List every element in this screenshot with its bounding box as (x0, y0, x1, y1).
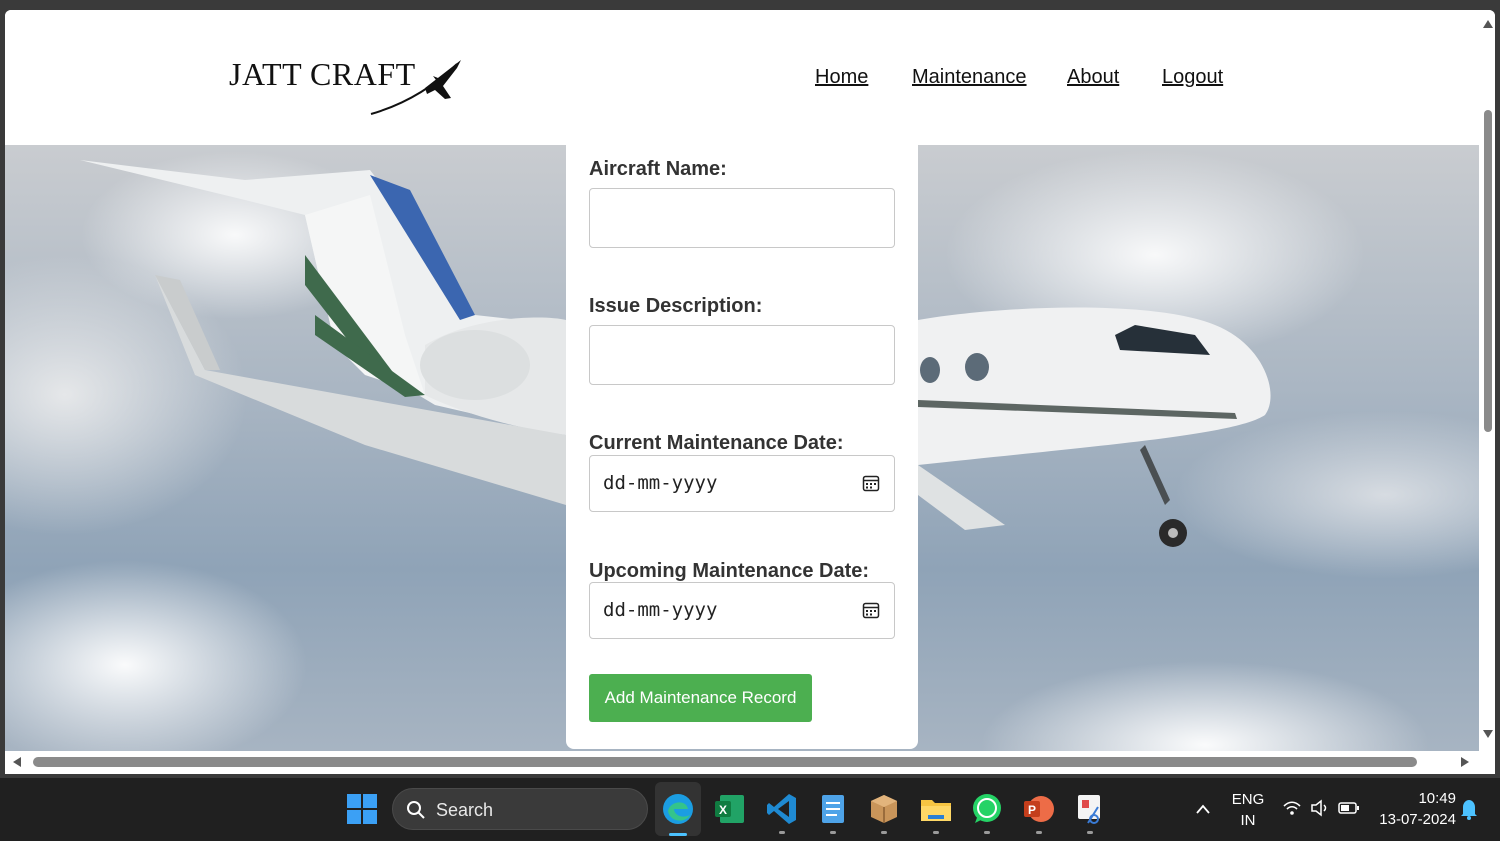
aircraft-name-input[interactable] (589, 188, 895, 248)
running-indicator (984, 831, 990, 834)
scroll-up-arrow-icon[interactable] (1483, 20, 1493, 28)
calendar-icon[interactable] (862, 474, 880, 492)
issue-description-label: Issue Description: (589, 295, 763, 317)
clock-date: 13-07-2024 (1379, 811, 1456, 828)
scroll-left-arrow-icon[interactable] (13, 757, 21, 767)
running-indicator (933, 831, 939, 834)
nav-logout-link[interactable]: Logout (1162, 66, 1223, 89)
current-date-placeholder: dd-mm-yyyy (603, 472, 718, 494)
running-indicator (1036, 831, 1042, 834)
excel-icon[interactable]: X (712, 791, 748, 827)
nav-about-link[interactable]: About (1067, 66, 1119, 89)
notepad-icon[interactable] (815, 791, 851, 827)
active-app-indicator (669, 833, 687, 836)
browser-viewport: JATT CRAFT Home Maintenance About Logout (5, 10, 1495, 774)
upcoming-maintenance-date-label: Upcoming Maintenance Date: (589, 560, 870, 582)
running-indicator (1087, 831, 1093, 834)
svg-text:P: P (1028, 803, 1036, 817)
nav-maintenance-link[interactable]: Maintenance (912, 66, 1027, 89)
calendar-icon[interactable] (862, 601, 880, 619)
aircraft-name-label: Aircraft Name: (589, 158, 727, 180)
wifi-icon[interactable] (1282, 800, 1302, 816)
package-icon[interactable] (866, 791, 902, 827)
clock[interactable]: 10:49 13-07-2024 (1372, 790, 1456, 828)
clock-time: 10:49 (1418, 790, 1456, 807)
horizontal-scroll-thumb[interactable] (33, 757, 1417, 767)
windows-taskbar: Search X P ENG IN 10:49 13-07-2024 (0, 778, 1500, 841)
current-maintenance-date-label: Current Maintenance Date: (589, 432, 844, 454)
vertical-scroll-thumb[interactable] (1484, 110, 1492, 432)
volume-icon[interactable] (1310, 799, 1330, 817)
taskbar-search-box[interactable]: Search (392, 788, 648, 830)
powerpoint-icon[interactable]: P (1021, 791, 1057, 827)
edge-icon[interactable] (660, 791, 696, 827)
upcoming-maintenance-date-input[interactable]: dd-mm-yyyy (589, 582, 895, 639)
battery-icon[interactable] (1338, 800, 1360, 816)
search-placeholder: Search (436, 800, 494, 820)
upcoming-date-placeholder: dd-mm-yyyy (603, 599, 718, 621)
running-indicator (830, 831, 836, 834)
current-maintenance-date-input[interactable]: dd-mm-yyyy (589, 455, 895, 512)
web-page: JATT CRAFT Home Maintenance About Logout (5, 10, 1479, 751)
file-explorer-icon[interactable] (918, 791, 954, 827)
vscode-icon[interactable] (764, 791, 800, 827)
nav-home-link[interactable]: Home (815, 66, 868, 89)
svg-text:X: X (719, 803, 727, 817)
start-icon[interactable] (344, 791, 380, 827)
notification-bell-icon[interactable] (1460, 798, 1478, 820)
snipping-tool-icon[interactable] (1072, 791, 1108, 827)
horizontal-scrollbar[interactable] (5, 751, 1495, 774)
chevron-up-icon[interactable] (1196, 804, 1210, 814)
whatsapp-icon[interactable] (969, 791, 1005, 827)
add-maintenance-record-button[interactable]: Add Maintenance Record (589, 674, 812, 722)
site-header: JATT CRAFT Home Maintenance About Logout (5, 10, 1479, 145)
search-icon (407, 801, 425, 819)
issue-description-input[interactable] (589, 325, 895, 385)
maintenance-form: Aircraft Name: Issue Description: Curren… (566, 145, 918, 749)
scroll-right-arrow-icon[interactable] (1461, 757, 1469, 767)
language-indicator[interactable]: ENG IN (1228, 791, 1268, 829)
scroll-down-arrow-icon[interactable] (1483, 730, 1493, 738)
running-indicator (881, 831, 887, 834)
running-indicator (779, 831, 785, 834)
main-nav: Home Maintenance About Logout (5, 66, 1479, 96)
vertical-scrollbar[interactable] (1479, 10, 1495, 751)
